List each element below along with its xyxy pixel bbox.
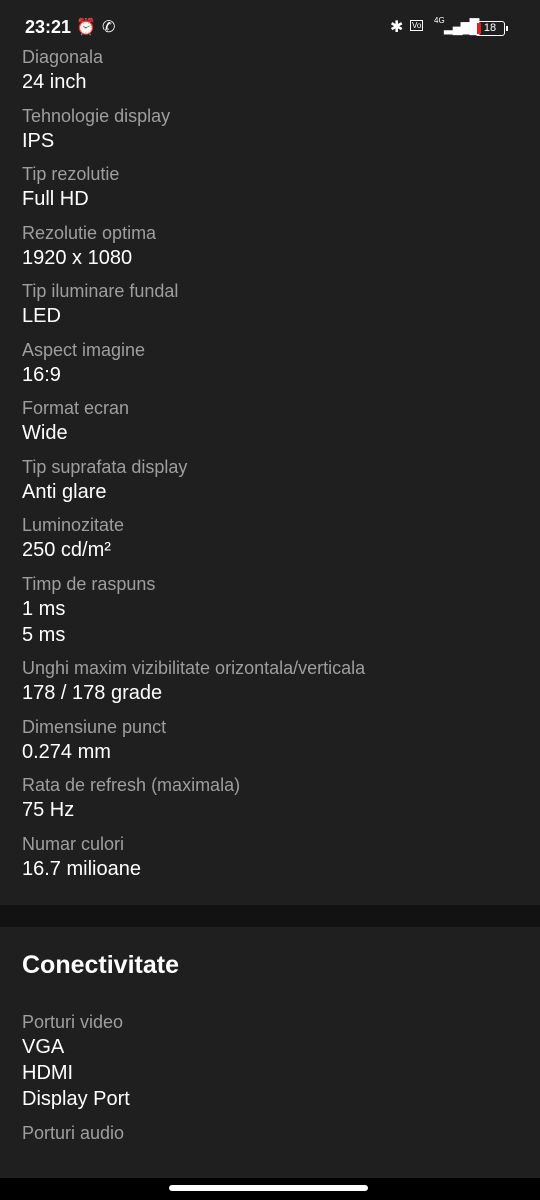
spec-label: Dimensiune punct [22,716,167,737]
spec-item: Tip iluminare fundal LED [22,279,518,329]
spec-value: Anti glare [22,480,107,503]
spec-value: 1920 x 1080 [22,246,133,269]
whatsapp-icon: ✆ [102,19,116,36]
bluetooth-icon: ✱ [390,19,404,36]
alarm-icon: ⏰ [76,19,96,36]
spec-label: Unghi maxim vizibilitate orizontala/vert… [22,658,366,678]
spec-value: Wide [22,422,68,444]
spec-item: Diagonala 24 inch [22,45,518,95]
spec-item: Timp de raspuns 1 ms 5 ms [22,572,518,648]
spec-item: Aspect imagine 16:9 [22,338,518,388]
battery-level: 18 [483,22,497,34]
spec-value: 5 ms [22,623,66,646]
spec-value: 16.7 milioane [22,857,141,880]
spec-value: 75 Hz [22,799,75,821]
spec-item: Rata de refresh (maximala) 75 Hz [22,773,518,823]
spec-label: Tehnologie display [22,105,171,126]
spec-value: 1 ms [22,597,66,620]
spec-label: Tip rezolutie [22,164,120,184]
spec-label: Porturi video [22,1012,124,1032]
spec-label: Luminozitate [22,515,125,535]
spec-item: Luminozitate 250 cd/m² [22,513,518,563]
spec-value: LED [22,305,61,327]
spec-label: Tip suprafata display [22,456,188,477]
signal-icon: ▂▄▆█ [444,18,479,34]
spec-label: Diagonala [22,47,104,67]
spec-label: Tip iluminare fundal [22,281,179,301]
spec-item: Tehnologie display IPS [22,104,518,154]
spec-value: HDMI [22,1062,74,1084]
spec-item: Porturi audio [22,1121,518,1145]
spec-label: Numar culori [22,833,125,854]
spec-item: Rezolutie optima 1920 x 1080 [22,221,518,271]
battery-icon: 18 [475,21,508,36]
spec-value: VGA [22,1036,65,1058]
navigation-bar [0,1178,540,1200]
spec-value: 24 inch [22,71,87,93]
volte-icon: Vo [410,20,424,31]
spec-item: Numar culori 16.7 milioane [22,832,518,882]
spec-item: Dimensiune punct 0.274 mm [22,715,518,765]
connectivity-section: Conectivitate Porturi video VGA HDMI Displa… [0,927,540,1145]
section-title: Conectivitate [22,951,179,979]
display-specs-section: Diagonala 24 inch Tehnologie display IPS Tip… [0,45,540,905]
product-specs: Diagonala 24 inch Tehnologie display IPS Tip… [0,45,540,1153]
spec-item: Tip suprafata display Anti glare [22,455,518,505]
spec-label: Rata de refresh (maximala) [22,775,241,795]
spec-label: Format ecran [22,398,130,418]
spec-label: Aspect imagine [22,339,146,360]
clock: 23:21 [25,17,72,37]
spec-value: 250 cd/m² [22,539,111,561]
section-divider [0,905,540,927]
spec-item: Porturi video VGA HDMI Display Port [22,1010,518,1112]
spec-value: 178 / 178 grade [22,682,163,704]
status-bar: 23:21 ⏰ ✆ ✱ Vo 4G ▂▄▆█ 18 [0,0,540,46]
spec-value: IPS [22,129,55,152]
spec-value: Display Port [22,1088,130,1110]
spec-value: 0.274 mm [22,740,111,763]
spec-item: Unghi maxim vizibilitate orizontala/vert… [22,656,518,706]
spec-value: Full HD [22,188,89,210]
spec-label: Porturi audio [22,1122,125,1143]
spec-label: Rezolutie optima [22,222,157,243]
spec-item: Tip rezolutie Full HD [22,162,518,212]
spec-item: Format ecran Wide [22,396,518,446]
spec-value: 16:9 [22,363,61,386]
spec-label: Timp de raspuns [22,573,156,594]
home-gesture-handle[interactable] [169,1185,368,1191]
